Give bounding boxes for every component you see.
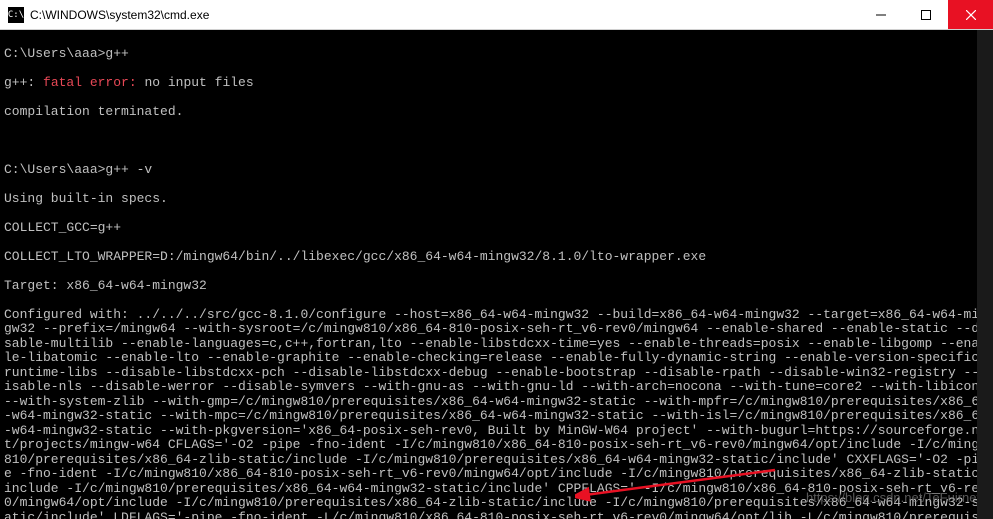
fatal-error-label: fatal error:: [43, 75, 137, 90]
window-title: C:\WINDOWS\system32\cmd.exe: [30, 8, 858, 22]
out-using-specs: Using built-in specs.: [4, 192, 989, 207]
command-1: g++: [105, 46, 128, 61]
minimize-icon: [876, 10, 886, 20]
prompt-1: C:\Users\aaa>: [4, 46, 105, 61]
error-message: no input files: [137, 75, 254, 90]
prompt-line-2: C:\Users\aaa>g++ -v: [4, 163, 989, 178]
out-target: Target: x86_64-w64-mingw32: [4, 279, 989, 294]
prompt-line-1: C:\Users\aaa>g++: [4, 47, 989, 62]
vertical-scrollbar[interactable]: [977, 30, 993, 519]
error-line-1: g++: fatal error: no input files: [4, 76, 989, 91]
close-button[interactable]: [948, 0, 993, 29]
maximize-button[interactable]: [903, 0, 948, 29]
error-prefix: g++:: [4, 75, 43, 90]
maximize-icon: [921, 10, 931, 20]
prompt-2: C:\Users\aaa>: [4, 162, 105, 177]
out-collect-gcc: COLLECT_GCC=g++: [4, 221, 989, 236]
command-2: g++ -v: [105, 162, 152, 177]
terminal-body[interactable]: C:\Users\aaa>g++ g++: fatal error: no in…: [0, 30, 993, 519]
cmd-window: C:\ C:\WINDOWS\system32\cmd.exe C:\Users…: [0, 0, 993, 519]
blank-line: [4, 134, 989, 149]
out-collect-lto: COLLECT_LTO_WRAPPER=D:/mingw64/bin/../li…: [4, 250, 989, 265]
window-controls: [858, 0, 993, 29]
cmd-icon-label: C:\: [8, 10, 24, 20]
minimize-button[interactable]: [858, 0, 903, 29]
watermark: https://blog.csdn.net/TeFuirnev: [806, 491, 983, 506]
close-icon: [966, 10, 976, 20]
cmd-icon: C:\: [8, 7, 24, 23]
titlebar[interactable]: C:\ C:\WINDOWS\system32\cmd.exe: [0, 0, 993, 30]
error-line-2: compilation terminated.: [4, 105, 989, 120]
out-configured: Configured with: ../../../src/gcc-8.1.0/…: [4, 308, 989, 519]
